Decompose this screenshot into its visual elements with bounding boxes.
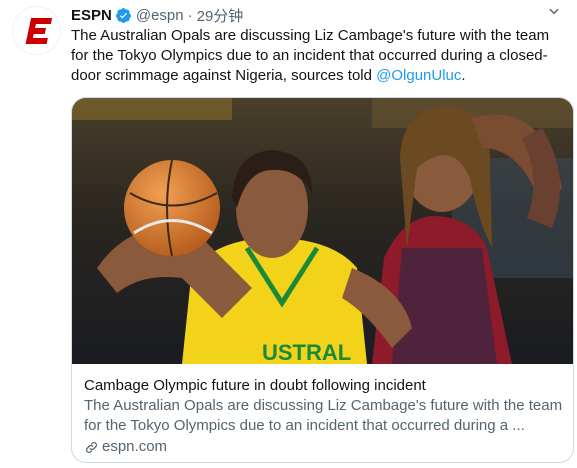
card-text: Cambage Olympic future in doubt followin… [84, 376, 566, 457]
tweet-time[interactable]: 29分钟 [197, 5, 244, 26]
card-domain: espn.com [102, 438, 168, 455]
mention-link[interactable]: @OlgunUluc [376, 67, 461, 84]
tweet-header: ESPN @espn · 29分钟 [71, 4, 567, 26]
card-description: The Australian Opals are discussing Liz … [84, 397, 563, 434]
verified-badge-icon [115, 7, 132, 24]
separator-dot: · [187, 6, 193, 24]
card-domain-row: espn.com [84, 437, 566, 457]
link-card[interactable]: USTRAL Cambage Olympic future in doubt f… [71, 97, 574, 463]
author-handle[interactable]: @espn [136, 7, 184, 24]
tweet-text-body: The Australian Opals are discussing Liz … [71, 27, 550, 84]
espn-logo-icon [25, 17, 52, 44]
card-photo: USTRAL [72, 98, 573, 364]
tweet-text: The Australian Opals are discussing Liz … [71, 26, 567, 86]
link-icon [86, 441, 97, 453]
jersey-text: USTRAL [262, 340, 351, 364]
tweet-text-end: . [461, 67, 466, 84]
avatar[interactable] [12, 6, 61, 55]
chevron-down-icon[interactable] [547, 4, 561, 21]
card-title: Cambage Olympic future in doubt followin… [84, 377, 426, 394]
author-name[interactable]: ESPN [71, 7, 112, 24]
